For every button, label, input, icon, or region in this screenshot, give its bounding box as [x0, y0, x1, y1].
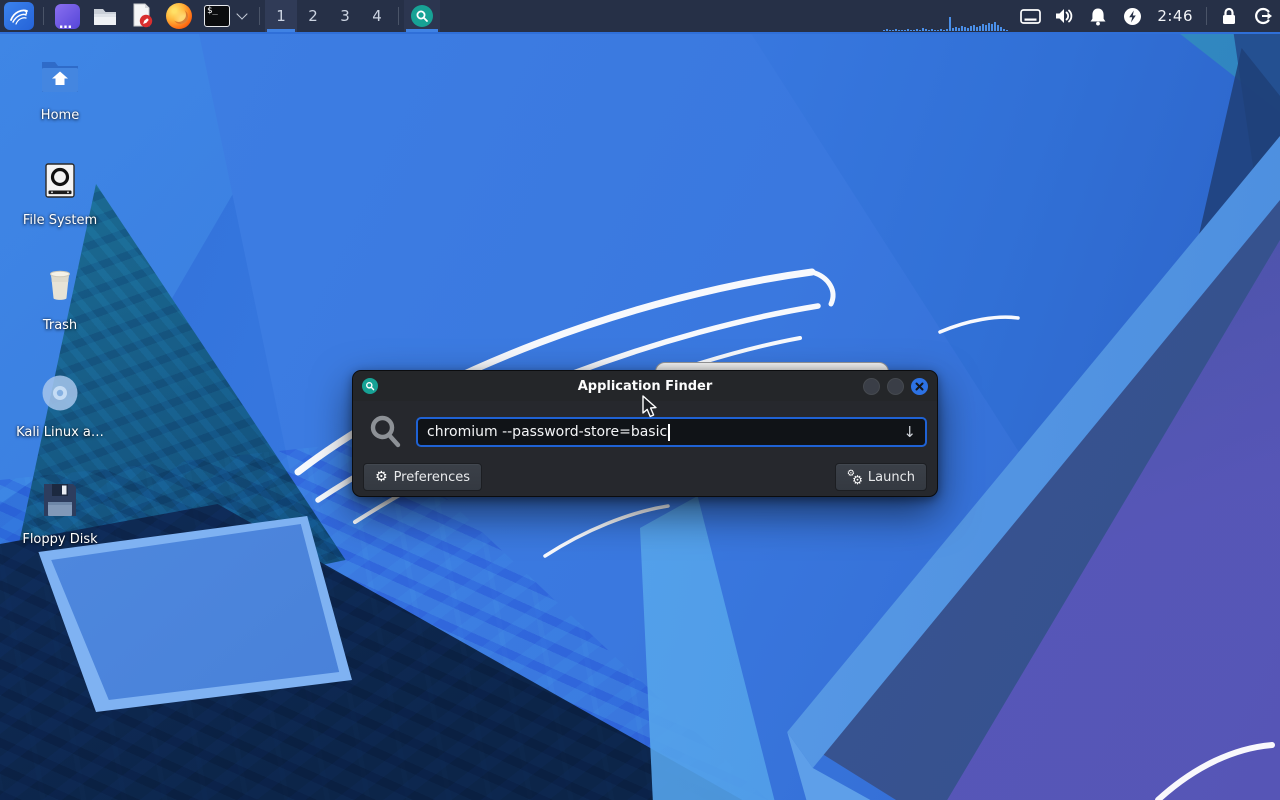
panel-separator: [43, 7, 44, 25]
power-manager-tray-item[interactable]: [1115, 0, 1149, 32]
desktop-icon-label: File System: [22, 213, 98, 228]
keyboard-icon: [1019, 8, 1041, 24]
text-caret: [668, 423, 670, 441]
launch-gears-icon: ⚙ ⚙: [846, 468, 863, 487]
search-input[interactable]: chromium --password-store=basic ↓: [416, 417, 927, 447]
desktop-icon-label: Kali Linux a…: [16, 425, 104, 440]
workspace-2-label: 2: [308, 7, 318, 25]
active-underline: [406, 29, 438, 32]
workspace-3[interactable]: 3: [329, 0, 361, 32]
clock[interactable]: 2:46: [1149, 0, 1201, 32]
close-icon: [915, 382, 924, 390]
close-button[interactable]: [911, 377, 928, 395]
maximize-button[interactable]: [887, 377, 904, 395]
search-input-value: chromium --password-store=basic: [427, 424, 668, 440]
preferences-button[interactable]: ⚙ Preferences: [363, 463, 483, 491]
panel-separator: [1206, 7, 1207, 25]
lock-screen-button[interactable]: [1212, 0, 1246, 32]
floppy-disk-icon: [44, 484, 76, 516]
workspace-1-label: 1: [276, 7, 286, 25]
trash-icon: [50, 270, 70, 300]
file-manager-icon: [94, 9, 116, 25]
minimize-button[interactable]: [863, 377, 880, 395]
workspace-4[interactable]: 4: [361, 0, 393, 32]
application-finder-icon: [411, 5, 433, 27]
desktop-icon-label: Home: [40, 108, 80, 123]
desktop-icon-label: Trash: [42, 318, 78, 333]
cdrom-disc-icon: [42, 375, 78, 411]
desktop-icon-file-system[interactable]: File System: [12, 161, 108, 228]
window-title: Application Finder: [577, 378, 713, 394]
launcher-text-editor[interactable]: [124, 0, 160, 32]
notifications-tray-item[interactable]: [1081, 0, 1115, 32]
desktop-icon-floppy[interactable]: Floppy Disk: [12, 480, 108, 547]
launch-button-label: Launch: [867, 469, 915, 485]
desktop-icon-home[interactable]: Home: [12, 56, 108, 123]
active-underline: [267, 29, 295, 32]
workspace-3-label: 3: [340, 7, 350, 25]
volume-icon: [1056, 9, 1073, 23]
taskbar-appfinder-button[interactable]: [404, 0, 440, 32]
launcher-purple-app[interactable]: …: [49, 0, 86, 32]
dropdown-arrow-icon[interactable]: ↓: [903, 423, 916, 441]
desktop-icon-label: Floppy Disk: [22, 532, 98, 547]
launch-button[interactable]: ⚙ ⚙ Launch: [834, 463, 927, 491]
volume-tray-item[interactable]: [1047, 0, 1081, 32]
lock-icon: [1223, 7, 1235, 24]
applications-menu-button[interactable]: [0, 0, 38, 32]
panel-spacer: [440, 0, 883, 32]
top-panel: … $_ 1 2 3 4 2:46: [0, 0, 1280, 34]
gear-icon: ⚙: [375, 469, 388, 485]
application-finder-window: Application Finder chromium --password-s…: [352, 370, 938, 497]
keyboard-tray-item[interactable]: [1013, 0, 1047, 32]
workspace-1[interactable]: 1: [265, 0, 297, 32]
hard-drive-icon: [45, 163, 75, 198]
desktop-icon-kali-cd[interactable]: Kali Linux a…: [12, 373, 108, 440]
desktop-icon-trash[interactable]: Trash: [12, 266, 108, 333]
launcher-file-manager[interactable]: [86, 0, 124, 32]
system-monitor-graph[interactable]: [883, 0, 1013, 32]
workspace-2[interactable]: 2: [297, 0, 329, 32]
bell-icon: [1090, 8, 1106, 25]
logout-button[interactable]: [1246, 0, 1280, 32]
kali-logo-icon: [4, 2, 34, 30]
workspace-4-label: 4: [372, 7, 382, 25]
logout-icon: [1255, 7, 1272, 25]
panel-separator: [259, 7, 260, 25]
mouse-cursor: [642, 395, 657, 418]
panel-separator: [398, 7, 399, 25]
power-bolt-icon: [1123, 7, 1141, 25]
search-icon: [370, 415, 401, 448]
chevron-down-icon[interactable]: [236, 8, 248, 20]
preferences-button-label: Preferences: [393, 469, 471, 485]
launcher-firefox[interactable]: [160, 0, 198, 32]
launcher-terminal[interactable]: $_: [198, 0, 236, 32]
terminal-icon: $_: [204, 5, 230, 27]
firefox-icon: [166, 3, 192, 29]
text-editor-icon: [133, 3, 153, 28]
home-folder-icon: [42, 62, 78, 92]
purple-app-icon: …: [55, 3, 80, 32]
